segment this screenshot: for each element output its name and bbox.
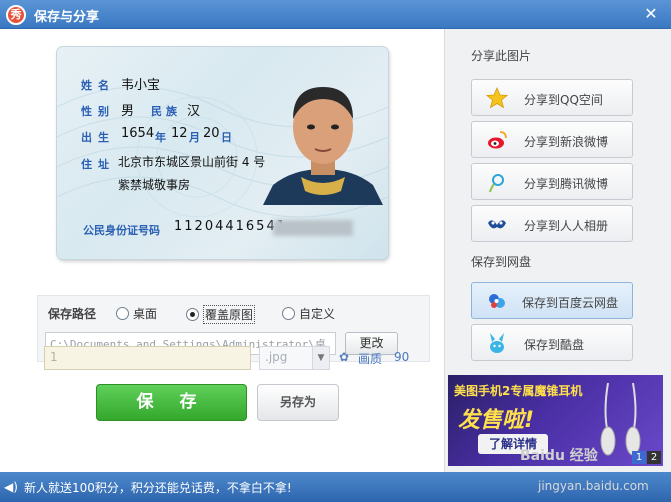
ad-page-2[interactable]: 2 bbox=[647, 451, 661, 464]
kupan-icon bbox=[490, 333, 504, 353]
format-value: .jpg bbox=[265, 350, 288, 364]
radio-custom[interactable]: 自定义 bbox=[282, 305, 335, 322]
value-birth-day: 20 bbox=[203, 126, 220, 141]
save-kupan-button[interactable]: 保存到酷盘 bbox=[471, 324, 633, 361]
radio-label: 覆盖原图 bbox=[203, 305, 256, 324]
status-message[interactable]: 新人就送100积分，积分还能兑话费，不拿白不拿! bbox=[24, 479, 292, 496]
redacted-area bbox=[273, 220, 353, 236]
star-icon bbox=[486, 87, 508, 109]
save-button[interactable]: 保 存 bbox=[96, 384, 247, 421]
radio-circle bbox=[282, 307, 295, 320]
cloud-label: 保存到酷盘 bbox=[524, 338, 585, 352]
label-day: 日 bbox=[221, 131, 232, 144]
cloud-label: 保存到百度云网盘 bbox=[522, 296, 619, 310]
watermark-url: jingyan.baidu.com bbox=[538, 479, 649, 493]
share-renren-button[interactable]: 分享到人人相册 bbox=[471, 205, 633, 242]
value-address-line2: 紫禁城敬事房 bbox=[118, 178, 191, 192]
radio-label: 桌面 bbox=[133, 307, 158, 321]
ad-subheadline: 发售啦! bbox=[458, 408, 535, 433]
cloud-heading: 保存到网盘 bbox=[471, 255, 532, 269]
radio-overwrite[interactable]: 覆盖原图 bbox=[186, 305, 256, 324]
value-address-line1: 北京市东城区景山前街 4 号 bbox=[118, 155, 266, 169]
speaker-icon: ◀) bbox=[4, 480, 18, 494]
tencent-weibo-icon bbox=[489, 174, 504, 193]
save-path-label: 保存路径 bbox=[48, 307, 97, 321]
label-name: 姓名 bbox=[81, 79, 115, 92]
close-icon[interactable]: ✕ bbox=[643, 6, 659, 22]
main-area: 姓名 韦小宝 性别 男 民族 汉 出生 1654 年 12 月 20 日 住址 … bbox=[0, 29, 444, 472]
value-birth-year: 1654 bbox=[121, 126, 155, 141]
save-as-button[interactable]: 另存为 bbox=[257, 384, 339, 421]
quality-label[interactable]: 画质 bbox=[358, 350, 382, 367]
value-name: 韦小宝 bbox=[121, 78, 161, 93]
radio-desktop[interactable]: 桌面 bbox=[116, 305, 157, 322]
label-address: 住址 bbox=[81, 158, 115, 171]
share-tencent-weibo-button[interactable]: 分享到腾讯微博 bbox=[471, 163, 633, 200]
ad-page-1[interactable]: 1 bbox=[632, 451, 646, 464]
renren-icon bbox=[488, 220, 506, 229]
label-gender: 性别 bbox=[81, 105, 115, 118]
weibo-icon bbox=[488, 131, 507, 149]
portrait-photo bbox=[263, 87, 383, 205]
share-label: 分享到腾讯微博 bbox=[524, 177, 609, 191]
ad-headline: 美图手机2专属魔锥耳机 bbox=[454, 384, 583, 398]
label-id-number: 公民身份证号码 bbox=[83, 224, 160, 237]
share-label: 分享到QQ空间 bbox=[524, 93, 603, 107]
filename-input[interactable]: 1 bbox=[44, 346, 251, 370]
quality-value: 90 bbox=[394, 350, 410, 364]
format-select[interactable]: .jpg ▼ bbox=[259, 346, 330, 370]
save-baidu-cloud-button[interactable]: 保存到百度云网盘 bbox=[471, 282, 633, 319]
value-gender: 男 bbox=[121, 104, 135, 119]
share-qzone-button[interactable]: 分享到QQ空间 bbox=[471, 79, 633, 116]
gear-icon[interactable]: ✿ bbox=[339, 351, 352, 364]
label-birth: 出生 bbox=[81, 131, 115, 144]
window-title: 保存与分享 bbox=[34, 10, 100, 25]
value-id-number: 11204416541 bbox=[174, 219, 287, 234]
chevron-down-icon[interactable]: ▼ bbox=[312, 347, 329, 369]
app-logo: 秀 bbox=[6, 5, 26, 25]
share-heading: 分享此图片 bbox=[471, 49, 532, 63]
label-month: 月 bbox=[189, 131, 200, 144]
radio-label: 自定义 bbox=[299, 307, 336, 321]
title-bar: 秀 保存与分享 ✕ bbox=[0, 0, 671, 29]
share-weibo-button[interactable]: 分享到新浪微博 bbox=[471, 121, 633, 158]
radio-circle-selected bbox=[186, 308, 199, 321]
watermark-logo: Baidu 经验 bbox=[520, 448, 598, 464]
value-birth-month: 12 bbox=[171, 126, 188, 141]
label-year: 年 bbox=[155, 131, 166, 144]
radio-circle bbox=[116, 307, 129, 320]
value-ethnicity: 汉 bbox=[187, 104, 201, 119]
baidu-cloud-icon bbox=[489, 294, 505, 308]
share-label: 分享到新浪微博 bbox=[524, 135, 609, 149]
label-ethnicity: 民族 bbox=[151, 105, 181, 118]
image-preview: 姓名 韦小宝 性别 男 民族 汉 出生 1654 年 12 月 20 日 住址 … bbox=[57, 47, 388, 259]
share-label: 分享到人人相册 bbox=[524, 219, 609, 233]
